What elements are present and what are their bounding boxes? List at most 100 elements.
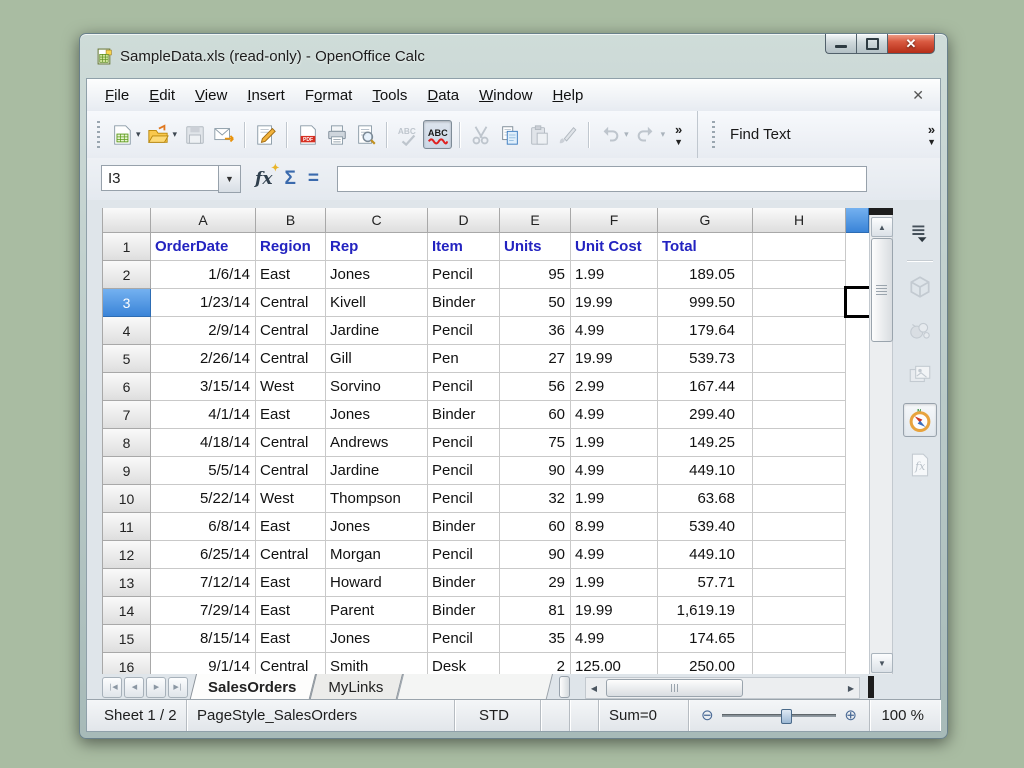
row-header-3[interactable]: 3 bbox=[103, 289, 151, 317]
cell[interactable]: Pencil bbox=[428, 625, 500, 653]
edit-file-icon[interactable] bbox=[252, 121, 279, 148]
scroll-left-icon[interactable]: ◀ bbox=[586, 680, 602, 696]
cell[interactable] bbox=[753, 429, 846, 457]
cell[interactable] bbox=[753, 401, 846, 429]
cell[interactable]: Binder bbox=[428, 513, 500, 541]
restore-button[interactable] bbox=[856, 34, 888, 54]
horizontal-split-handle[interactable] bbox=[868, 676, 874, 698]
cell[interactable] bbox=[753, 261, 846, 289]
cell[interactable]: Central bbox=[256, 653, 326, 676]
cell[interactable]: 5/5/14 bbox=[151, 457, 256, 485]
cell[interactable]: 2/26/14 bbox=[151, 345, 256, 373]
new-document-dropdown-icon[interactable]: ▾ bbox=[136, 129, 141, 140]
name-box-dropdown-icon[interactable]: ▼ bbox=[218, 165, 241, 193]
toolbar-grip[interactable] bbox=[95, 121, 102, 149]
zoom-out-icon[interactable]: ⊖ bbox=[701, 708, 714, 723]
menu-item-format[interactable]: Format bbox=[295, 83, 363, 108]
cell[interactable]: 4.99 bbox=[571, 625, 658, 653]
export-pdf-icon[interactable]: PDF bbox=[294, 121, 321, 148]
cell[interactable]: East bbox=[256, 597, 326, 625]
cell[interactable]: 60 bbox=[500, 401, 571, 429]
previous-sheet-icon[interactable]: ◀ bbox=[124, 677, 144, 698]
cell[interactable]: 8/15/14 bbox=[151, 625, 256, 653]
cell[interactable] bbox=[753, 625, 846, 653]
gallery-icon[interactable] bbox=[904, 359, 936, 391]
cell[interactable]: 4.99 bbox=[571, 317, 658, 345]
cell[interactable]: East bbox=[256, 401, 326, 429]
row-header-10[interactable]: 10 bbox=[103, 485, 151, 513]
menu-item-data[interactable]: Data bbox=[417, 83, 469, 108]
next-sheet-icon[interactable]: ▶ bbox=[146, 677, 166, 698]
cell[interactable]: Jones bbox=[326, 261, 428, 289]
cell[interactable]: 449.10 bbox=[658, 541, 753, 569]
cell[interactable]: Binder bbox=[428, 401, 500, 429]
cell[interactable]: Parent bbox=[326, 597, 428, 625]
cell[interactable]: 3/15/14 bbox=[151, 373, 256, 401]
cell[interactable]: East bbox=[256, 513, 326, 541]
zoom-slider-thumb[interactable] bbox=[781, 709, 792, 724]
open-folder-icon[interactable] bbox=[145, 121, 172, 148]
cell[interactable]: Total bbox=[658, 233, 753, 261]
cell[interactable]: Jones bbox=[326, 401, 428, 429]
animation-icon[interactable] bbox=[904, 315, 936, 347]
column-header-C[interactable]: C bbox=[326, 208, 428, 233]
cell[interactable]: 19.99 bbox=[571, 597, 658, 625]
cell[interactable]: Kivell bbox=[326, 289, 428, 317]
selection-mode[interactable]: STD bbox=[455, 700, 541, 731]
cell[interactable]: 179.64 bbox=[658, 317, 753, 345]
cell[interactable]: 1.99 bbox=[571, 261, 658, 289]
cell[interactable]: 1/23/14 bbox=[151, 289, 256, 317]
tab-scrollbar-splitter[interactable] bbox=[559, 676, 570, 698]
column-header-F[interactable]: F bbox=[571, 208, 658, 233]
column-header-G[interactable]: G bbox=[658, 208, 753, 233]
redo-dropdown-icon[interactable]: ▾ bbox=[661, 129, 666, 140]
cell[interactable]: 81 bbox=[500, 597, 571, 625]
close-button[interactable]: ✕ bbox=[888, 34, 935, 54]
cell[interactable] bbox=[753, 653, 846, 676]
cell[interactable]: 4.99 bbox=[571, 541, 658, 569]
sum-display[interactable]: Sum=0 bbox=[599, 700, 689, 731]
cell[interactable]: 6/8/14 bbox=[151, 513, 256, 541]
cell[interactable]: 7/12/14 bbox=[151, 569, 256, 597]
page-preview-icon[interactable] bbox=[352, 121, 379, 148]
cell[interactable]: Thompson bbox=[326, 485, 428, 513]
cell[interactable] bbox=[753, 569, 846, 597]
cell[interactable]: 2 bbox=[500, 653, 571, 676]
cell[interactable]: Pencil bbox=[428, 457, 500, 485]
cell[interactable]: Jardine bbox=[326, 457, 428, 485]
row-header-6[interactable]: 6 bbox=[103, 373, 151, 401]
cell[interactable]: Pencil bbox=[428, 429, 500, 457]
cell[interactable]: 60 bbox=[500, 513, 571, 541]
cell[interactable]: 90 bbox=[500, 541, 571, 569]
row-header-2[interactable]: 2 bbox=[103, 261, 151, 289]
cell[interactable] bbox=[753, 457, 846, 485]
menu-item-window[interactable]: Window bbox=[469, 83, 542, 108]
row-header-13[interactable]: 13 bbox=[103, 569, 151, 597]
cell[interactable]: 1,619.19 bbox=[658, 597, 753, 625]
cell[interactable]: Central bbox=[256, 457, 326, 485]
menu-item-tools[interactable]: Tools bbox=[362, 83, 417, 108]
first-sheet-icon[interactable]: ❘◀ bbox=[102, 677, 122, 698]
row-header-15[interactable]: 15 bbox=[103, 625, 151, 653]
scroll-up-icon[interactable]: ▲ bbox=[871, 217, 893, 237]
row-header-12[interactable]: 12 bbox=[103, 541, 151, 569]
cell[interactable]: OrderDate bbox=[151, 233, 256, 261]
cell[interactable]: West bbox=[256, 373, 326, 401]
open-folder-dropdown-icon[interactable]: ▾ bbox=[173, 129, 178, 140]
cell[interactable]: Pencil bbox=[428, 261, 500, 289]
cell[interactable]: East bbox=[256, 569, 326, 597]
document-close-icon[interactable]: ✕ bbox=[904, 87, 932, 104]
spellcheck-icon[interactable]: ABC bbox=[394, 121, 421, 148]
minimize-button[interactable] bbox=[825, 34, 856, 54]
cell[interactable]: Pencil bbox=[428, 373, 500, 401]
cell[interactable]: Sorvino bbox=[326, 373, 428, 401]
cell[interactable]: Pen bbox=[428, 345, 500, 373]
menu-item-file[interactable]: File bbox=[95, 83, 139, 108]
auto-spellcheck-icon[interactable]: ABC bbox=[423, 120, 452, 149]
cell[interactable]: 4.99 bbox=[571, 457, 658, 485]
send-email-icon[interactable] bbox=[210, 121, 237, 148]
cell[interactable]: Jardine bbox=[326, 317, 428, 345]
cell[interactable]: Unit Cost bbox=[571, 233, 658, 261]
cell[interactable]: 2.99 bbox=[571, 373, 658, 401]
cell[interactable]: 174.65 bbox=[658, 625, 753, 653]
